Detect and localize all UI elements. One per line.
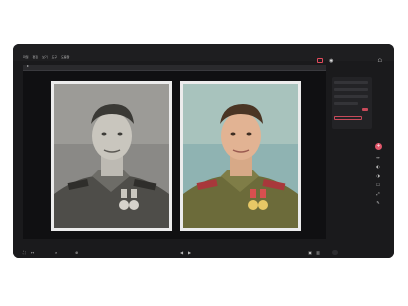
eye-icon[interactable]: ◉ bbox=[329, 58, 333, 64]
fit-icon[interactable]: ↔ bbox=[31, 250, 34, 255]
bottom-bar: ⛶ ↔ ⌕ ⊕ ◀ ▶ ▣ ▥ bbox=[13, 244, 394, 258]
compare-icon[interactable]: ↔ bbox=[376, 155, 381, 160]
delete-icon[interactable]: ▥ bbox=[316, 250, 320, 255]
tab-icon[interactable]: ▸ bbox=[27, 63, 29, 68]
original-photo-image bbox=[54, 84, 169, 228]
add-icon[interactable]: + bbox=[375, 143, 382, 150]
save-icon[interactable]: ▣ bbox=[308, 250, 312, 255]
zoom-icon[interactable]: ⌕ bbox=[55, 250, 57, 255]
crop-icon[interactable]: ☐ bbox=[376, 182, 381, 187]
menu-bar: 파일 편집 보기 도구 도움말 bbox=[23, 55, 69, 59]
setting-field[interactable] bbox=[334, 81, 368, 84]
apply-button[interactable] bbox=[362, 108, 368, 111]
settings-panel bbox=[332, 77, 372, 129]
menu-item[interactable]: 보기 bbox=[42, 55, 48, 59]
user-icon[interactable]: ☖ bbox=[378, 58, 382, 64]
app-window: 파일 편집 보기 도구 도움말 ◉ ☖ ▸ + ↔ ◐ ◑ ☐ ⤢ ✎ ⛶ ↔ … bbox=[13, 44, 394, 258]
tool-column: ↔ ◐ ◑ ☐ ⤢ ✎ bbox=[374, 155, 382, 205]
tone-icon[interactable]: ◑ bbox=[376, 173, 381, 178]
setting-field[interactable] bbox=[334, 88, 368, 91]
prev-icon[interactable]: ◀ bbox=[180, 250, 183, 255]
setting-field[interactable] bbox=[334, 95, 368, 98]
fullscreen-icon[interactable]: ⛶ bbox=[23, 250, 26, 255]
menu-item[interactable]: 파일 bbox=[23, 55, 29, 59]
comparison-canvas bbox=[23, 71, 326, 239]
menu-item[interactable]: 편집 bbox=[33, 55, 39, 59]
original-photo bbox=[51, 81, 172, 231]
colorized-photo-image bbox=[183, 84, 298, 228]
next-icon[interactable]: ▶ bbox=[188, 250, 191, 255]
record-icon[interactable] bbox=[317, 58, 324, 63]
menu-item[interactable]: 도구 bbox=[52, 55, 58, 59]
contrast-icon[interactable]: ◐ bbox=[376, 164, 381, 169]
reset-button[interactable] bbox=[334, 116, 362, 120]
setting-field[interactable] bbox=[334, 102, 358, 105]
settings-sidebar: + ↔ ◐ ◑ ☐ ⤢ ✎ bbox=[331, 69, 389, 239]
zoom-in-icon[interactable]: ⊕ bbox=[75, 250, 78, 255]
menu-item[interactable]: 도움말 bbox=[61, 55, 69, 59]
top-right-controls: ◉ ☖ bbox=[317, 58, 382, 64]
export-button[interactable] bbox=[332, 250, 338, 255]
colorized-photo bbox=[180, 81, 301, 231]
expand-icon[interactable]: ⤢ bbox=[376, 191, 381, 196]
top-bar: 파일 편집 보기 도구 도움말 ◉ ☖ bbox=[13, 44, 394, 64]
edit-icon[interactable]: ✎ bbox=[376, 200, 381, 205]
